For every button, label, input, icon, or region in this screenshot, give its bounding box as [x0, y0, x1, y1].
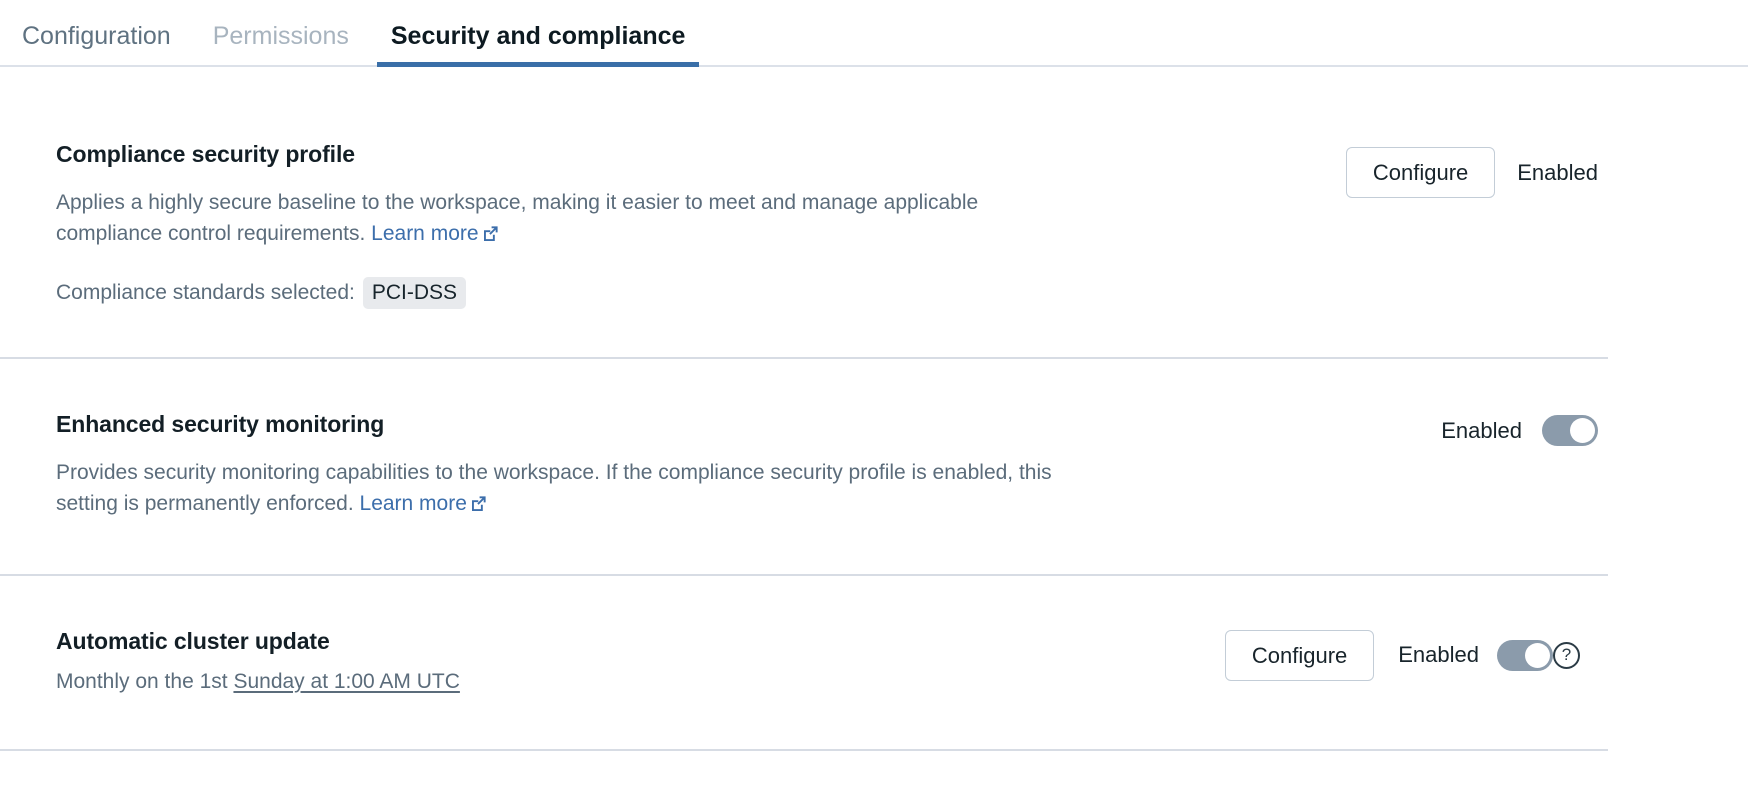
- enhanced-monitoring-controls: Enabled: [1441, 411, 1748, 446]
- enhanced-monitoring-description-text: Provides security monitoring capabilitie…: [56, 461, 1052, 515]
- section-automatic-cluster-update: Automatic cluster update Monthly on the …: [0, 576, 1748, 750]
- toggle-knob: [1570, 418, 1595, 443]
- compliance-profile-description: Applies a highly secure baseline to the …: [56, 188, 1066, 251]
- compliance-profile-controls: Configure Enabled: [1346, 141, 1748, 198]
- section-compliance-security-profile: Compliance security profile Applies a hi…: [0, 67, 1748, 357]
- tab-list: Configuration Permissions Security and c…: [0, 0, 1748, 67]
- automatic-cluster-update-title: Automatic cluster update: [56, 628, 460, 655]
- automatic-cluster-update-configure-button[interactable]: Configure: [1225, 630, 1374, 681]
- tab-bar: Configuration Permissions Security and c…: [0, 0, 1748, 67]
- enhanced-monitoring-description: Provides security monitoring capabilitie…: [56, 458, 1066, 521]
- enhanced-monitoring-status: Enabled: [1441, 418, 1522, 444]
- external-link-icon: [482, 221, 499, 252]
- toggle-knob: [1525, 643, 1550, 668]
- compliance-profile-title: Compliance security profile: [56, 141, 1066, 168]
- compliance-profile-learn-more-label: Learn more: [371, 222, 478, 245]
- enhanced-monitoring-text: Enhanced security monitoring Provides se…: [56, 411, 1066, 521]
- compliance-standards-row: Compliance standards selected: PCI-DSS: [56, 277, 1066, 309]
- automatic-cluster-update-text: Automatic cluster update Monthly on the …: [56, 628, 460, 698]
- automatic-cluster-update-toggle[interactable]: [1497, 640, 1553, 671]
- enhanced-monitoring-title: Enhanced security monitoring: [56, 411, 1066, 438]
- automatic-cluster-update-status: Enabled: [1398, 642, 1479, 668]
- enhanced-monitoring-learn-more-label: Learn more: [360, 492, 467, 515]
- enhanced-monitoring-learn-more-link[interactable]: Learn more: [360, 492, 487, 515]
- compliance-standard-badge: PCI-DSS: [363, 277, 466, 309]
- section-divider-3: [0, 749, 1608, 751]
- schedule-prefix: Monthly on the 1st: [56, 670, 228, 693]
- compliance-profile-configure-button[interactable]: Configure: [1346, 147, 1495, 198]
- compliance-standards-label: Compliance standards selected:: [56, 281, 355, 305]
- compliance-profile-text: Compliance security profile Applies a hi…: [56, 141, 1066, 309]
- help-circle-icon[interactable]: ?: [1553, 642, 1580, 669]
- external-link-icon: [470, 491, 487, 522]
- compliance-profile-status: Enabled: [1517, 160, 1598, 186]
- compliance-profile-learn-more-link[interactable]: Learn more: [371, 222, 498, 245]
- enhanced-monitoring-toggle[interactable]: [1542, 415, 1598, 446]
- section-enhanced-security-monitoring: Enhanced security monitoring Provides se…: [0, 359, 1748, 573]
- compliance-profile-description-text: Applies a highly secure baseline to the …: [56, 191, 978, 245]
- tab-configuration[interactable]: Configuration: [8, 24, 185, 67]
- automatic-cluster-update-schedule: Monthly on the 1st Sunday at 1:00 AM UTC: [56, 667, 460, 698]
- settings-content: Compliance security profile Applies a hi…: [0, 67, 1748, 751]
- schedule-value-link[interactable]: Sunday at 1:00 AM UTC: [233, 670, 459, 693]
- tab-permissions[interactable]: Permissions: [199, 24, 363, 67]
- tab-security-and-compliance[interactable]: Security and compliance: [377, 24, 700, 67]
- automatic-cluster-update-controls: Configure Enabled ?: [1225, 628, 1748, 681]
